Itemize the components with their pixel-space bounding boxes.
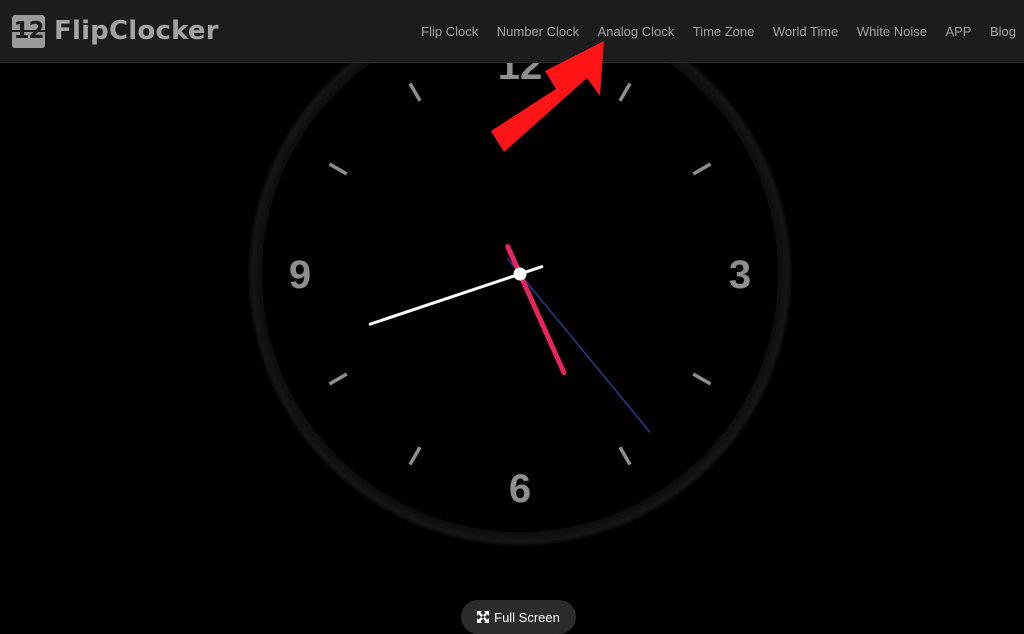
- nav-app[interactable]: APP: [945, 24, 971, 39]
- analog-clock-face-svg: 12 3 6 9: [246, 0, 794, 548]
- clock-center-pin: [513, 267, 527, 281]
- nav-flip-clock[interactable]: Flip Clock: [421, 24, 478, 39]
- analog-clock: 12 3 6 9: [246, 0, 794, 548]
- full-screen-button[interactable]: Full Screen: [461, 600, 576, 634]
- logo-badge-text: 12: [13, 18, 44, 44]
- nav-number-clock[interactable]: Number Clock: [497, 24, 579, 39]
- expand-arrows-icon: [477, 611, 490, 623]
- nav-blog[interactable]: Blog: [990, 24, 1016, 39]
- nav-time-zone[interactable]: Time Zone: [693, 24, 755, 39]
- full-screen-label: Full Screen: [494, 609, 560, 625]
- logo-text: FlipClocker: [54, 16, 219, 46]
- numeral-3: 3: [729, 253, 751, 297]
- flipclocker-logo[interactable]: 12 FlipClocker: [12, 13, 219, 49]
- nav-white-noise[interactable]: White Noise: [857, 24, 927, 39]
- top-navigation-bar: 12 FlipClocker Flip Clock Number Clock A…: [0, 0, 1024, 62]
- numeral-6: 6: [509, 467, 531, 511]
- numeral-9: 9: [289, 253, 311, 297]
- nav-world-time[interactable]: World Time: [773, 24, 839, 39]
- nav-analog-clock[interactable]: Analog Clock: [598, 24, 675, 39]
- main-nav: Flip Clock Number Clock Analog Clock Tim…: [403, 0, 1016, 62]
- logo-badge-icon: 12: [12, 14, 45, 48]
